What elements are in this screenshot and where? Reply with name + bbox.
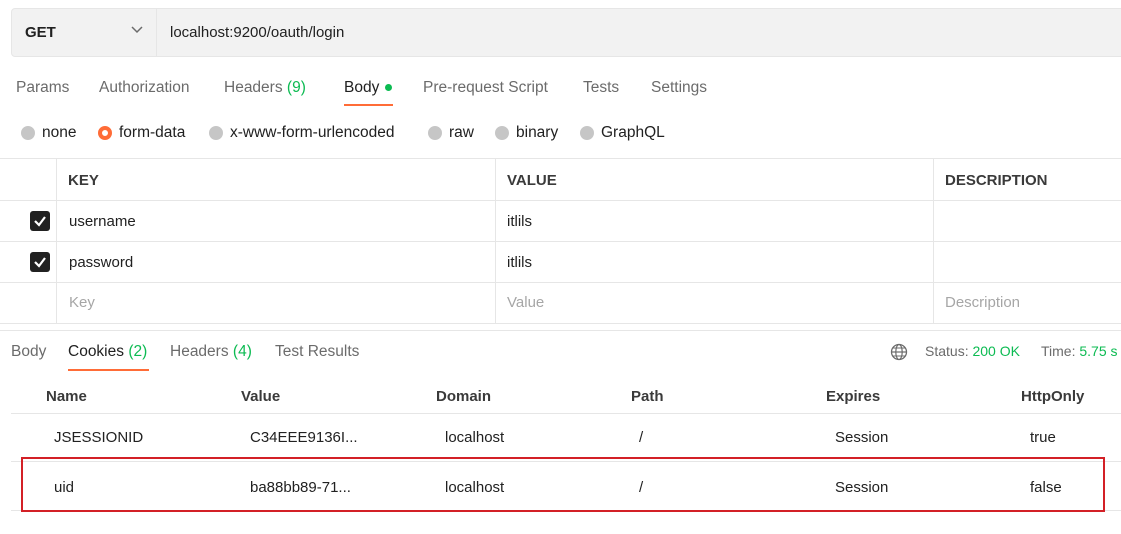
column-header-description: DESCRIPTION xyxy=(945,172,1048,189)
url-input[interactable]: localhost:9200/oauth/login xyxy=(170,24,344,41)
tab-authorization[interactable]: Authorization xyxy=(99,79,189,97)
highlight-box xyxy=(21,457,1105,512)
cookie-name: JSESSIONID xyxy=(54,429,144,446)
param-value[interactable]: itlils xyxy=(507,254,532,271)
response-tab-test-results[interactable]: Test Results xyxy=(275,343,359,361)
headers-count: (9) xyxy=(286,79,306,96)
response-tab-headers[interactable]: Headers (4) xyxy=(170,343,252,361)
radio-circle xyxy=(580,126,594,140)
response-headers-count: (4) xyxy=(232,343,252,360)
tab-params[interactable]: Params xyxy=(16,79,69,97)
param-key[interactable]: username xyxy=(69,213,136,230)
radio-graphql[interactable]: GraphQL xyxy=(580,124,665,142)
checkbox-password[interactable] xyxy=(30,252,50,272)
radio-circle xyxy=(495,126,509,140)
cookie-header-httponly: HttpOnly xyxy=(1021,388,1085,405)
checkmark-icon xyxy=(34,257,46,268)
radio-circle xyxy=(428,126,442,140)
cookie-expires: Session xyxy=(835,429,889,446)
radio-circle xyxy=(209,126,223,140)
cookie-header-path: Path xyxy=(631,388,664,405)
tab-body[interactable]: Body xyxy=(344,79,379,97)
tab-pre-request-script[interactable]: Pre-request Script xyxy=(423,79,548,97)
pane-divider[interactable] xyxy=(0,330,1121,331)
param-value[interactable]: itlils xyxy=(507,213,532,230)
cookie-header-value: Value xyxy=(241,388,281,405)
radio-raw[interactable]: raw xyxy=(428,124,474,142)
cookie-httponly: true xyxy=(1030,429,1056,446)
body-modified-dot xyxy=(385,84,392,91)
radio-circle-selected xyxy=(98,126,112,140)
cookie-path: / xyxy=(639,429,644,446)
method-label: GET xyxy=(25,24,56,41)
cookie-domain: localhost xyxy=(445,429,505,446)
globe-icon[interactable] xyxy=(890,343,908,361)
method-select[interactable]: GET xyxy=(12,9,157,56)
time-value: 5.75 s xyxy=(1079,343,1118,359)
radio-form-data[interactable]: form-data xyxy=(98,124,185,142)
radio-circle xyxy=(21,126,35,140)
response-time[interactable]: Time: 5.75 s xyxy=(1041,343,1118,359)
response-tab-body[interactable]: Body xyxy=(11,343,46,361)
cookie-header-name: Name xyxy=(46,388,87,405)
description-placeholder-input[interactable]: Description xyxy=(945,294,1020,311)
response-tab-cookies-underline xyxy=(68,369,149,371)
tab-body-underline xyxy=(344,104,393,106)
cookies-count: (2) xyxy=(128,343,148,360)
cookie-header-expires: Expires xyxy=(826,388,881,405)
radio-none[interactable]: none xyxy=(21,124,76,142)
cookie-header-domain: Domain xyxy=(436,388,492,405)
param-key[interactable]: password xyxy=(69,254,133,271)
chevron-down-icon xyxy=(131,26,143,34)
tab-tests[interactable]: Tests xyxy=(583,79,619,97)
value-placeholder-input[interactable]: Value xyxy=(507,294,544,311)
column-header-value: VALUE xyxy=(507,172,557,189)
radio-binary[interactable]: binary xyxy=(495,124,558,142)
table-row[interactable]: JSESSIONID C34EEE9136I... localhost / Se… xyxy=(11,414,1121,461)
radio-x-www-form-urlencoded[interactable]: x-www-form-urlencoded xyxy=(209,124,395,142)
tab-settings[interactable]: Settings xyxy=(651,79,707,97)
response-tab-cookies[interactable]: Cookies (2) xyxy=(68,343,147,361)
cookie-value: C34EEE9136I... xyxy=(250,429,358,446)
response-status[interactable]: Status: 200 OK xyxy=(925,343,1020,359)
checkmark-icon xyxy=(34,216,46,227)
column-header-key: KEY xyxy=(68,172,99,189)
status-code: 200 OK xyxy=(972,343,1020,359)
request-url-bar: GET localhost:9200/oauth/login xyxy=(11,8,1121,57)
checkbox-username[interactable] xyxy=(30,211,50,231)
tab-headers[interactable]: Headers (9) xyxy=(224,79,306,97)
key-placeholder-input[interactable]: Key xyxy=(69,294,95,311)
